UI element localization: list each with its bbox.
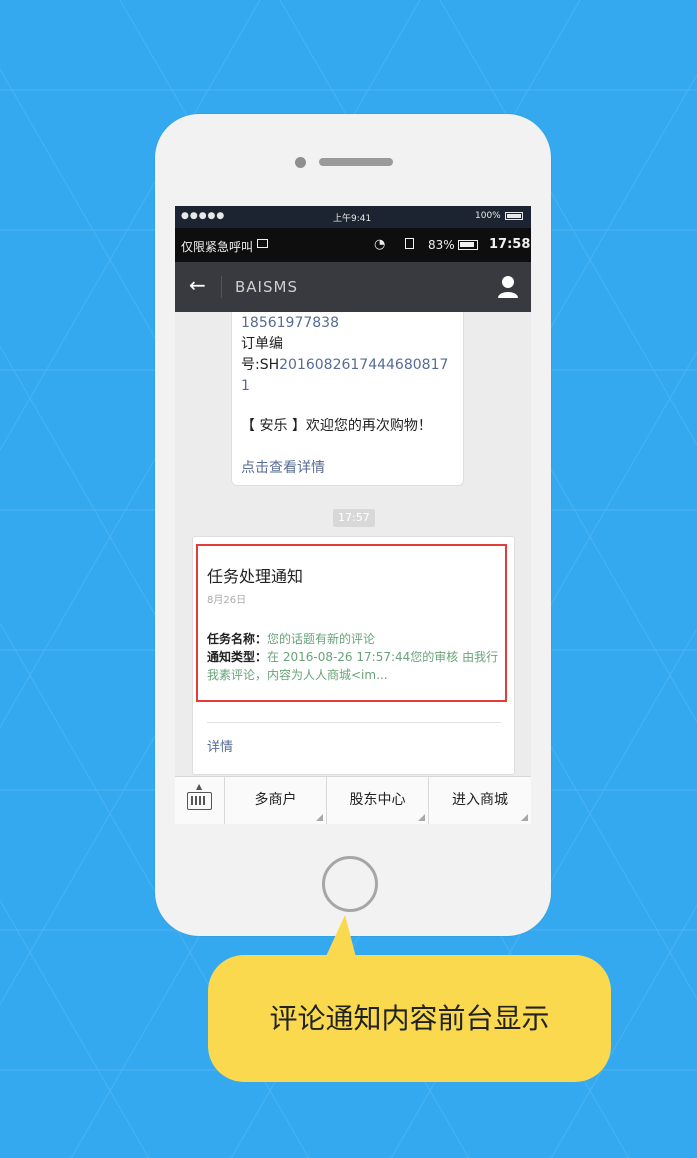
task-name-row: 任务名称：您的话题有新的评论 (207, 630, 503, 648)
message-timestamp: 17:57 (333, 509, 375, 527)
menu-item-enter-mall[interactable]: 进入商城 (429, 777, 531, 824)
keyboard-icon (187, 792, 212, 810)
menu-item-label: 多商户 (254, 792, 297, 808)
user-icon[interactable] (497, 275, 519, 299)
submenu-indicator-icon (316, 814, 323, 821)
submenu-indicator-icon (418, 814, 425, 821)
notify-type-label: 通知类型： (207, 650, 268, 664)
order-message-bubble: 18561977838 订单编 号:SH20160826174446808171… (231, 312, 464, 486)
battery-percent: 83% (428, 238, 455, 252)
phone-camera (295, 157, 306, 168)
phone-speaker (319, 158, 393, 166)
phone-number-link[interactable]: 18561977838 (241, 313, 339, 334)
submenu-indicator-icon (521, 814, 528, 821)
ios-time: 上午9:41 (333, 214, 372, 224)
order-label: 订单编 (241, 336, 283, 352)
sim-icon (405, 238, 414, 249)
card-divider (207, 722, 501, 723)
card-title: 任务处理通知 (207, 567, 304, 586)
android-status-bar: 仅限紧急呼叫 ◔ 83% 17:58 (175, 228, 531, 262)
nav-divider (221, 276, 222, 298)
task-name-value: 您的话题有新的评论 (267, 632, 376, 646)
arrow-left-icon[interactable]: ← (189, 275, 206, 295)
callout-bubble: 评论通知内容前台显示 (208, 955, 611, 1082)
chat-title: BAISMS (235, 278, 298, 296)
welcome-text: 【 安乐 】欢迎您的再次购物！ (241, 418, 432, 434)
ios-battery-text: 100% (475, 211, 501, 221)
menu-item-merchants[interactable]: 多商户 (225, 777, 327, 824)
wifi-icon: ◔ (374, 237, 386, 252)
order-prefix: 号:SH (241, 357, 280, 373)
menu-item-label: 股东中心 (349, 792, 406, 808)
caret-up-icon: ▲ (196, 782, 203, 791)
signal-dots: ●●●●● (181, 211, 226, 221)
order-number-line: 号:SH20160826174446808171 (241, 355, 457, 397)
ios-status-bar: ●●●●● 上午9:41 100% (175, 206, 531, 228)
menu-item-label: 进入商城 (452, 792, 508, 808)
emergency-calls-text: 仅限紧急呼叫 (181, 240, 254, 254)
chat-area[interactable]: 18561977838 订单编 号:SH20160826174446808171… (175, 312, 531, 776)
menu-item-shareholder[interactable]: 股东中心 (327, 777, 429, 824)
keyboard-toggle-button[interactable]: ▲ (175, 777, 225, 824)
view-details-link[interactable]: 点击查看详情 (241, 458, 325, 479)
image-icon (257, 239, 268, 248)
chat-nav-bar: ← BAISMS (175, 262, 531, 312)
task-name-label: 任务名称： (207, 632, 268, 646)
battery-icon (458, 240, 478, 250)
status-time: 17:58 (489, 237, 531, 252)
callout-text: 评论通知内容前台显示 (269, 1002, 550, 1035)
battery-icon (505, 212, 523, 220)
card-detail-link[interactable]: 详情 (207, 736, 233, 755)
bottom-menu-bar: ▲ 多商户 股东中心 进入商城 (175, 776, 531, 824)
home-button[interactable] (322, 856, 378, 912)
phone-screen: ●●●●● 上午9:41 100% 仅限紧急呼叫 ◔ 83% 17:58 ← B… (175, 206, 531, 824)
card-date: 8月26日 (207, 595, 247, 606)
task-notification-card[interactable]: 任务处理通知 8月26日 任务名称：您的话题有新的评论 通知类型：在 2016-… (192, 536, 515, 775)
notify-type-row: 通知类型：在 2016-08-26 17:57:44您的审核 由我行我素评论，内… (207, 648, 503, 684)
